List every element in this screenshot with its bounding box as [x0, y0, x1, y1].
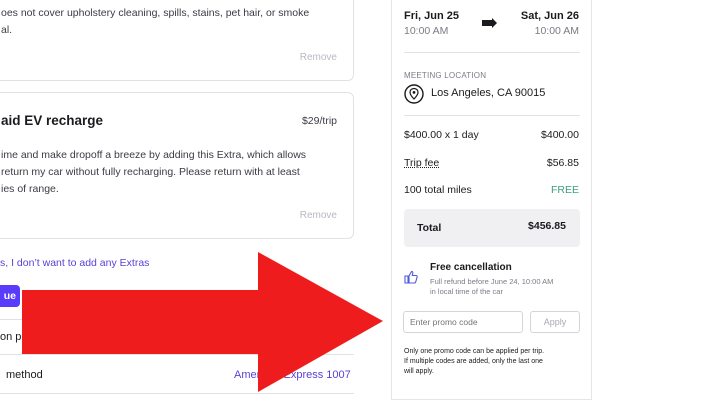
big-red-arrow-icon [22, 252, 383, 392]
